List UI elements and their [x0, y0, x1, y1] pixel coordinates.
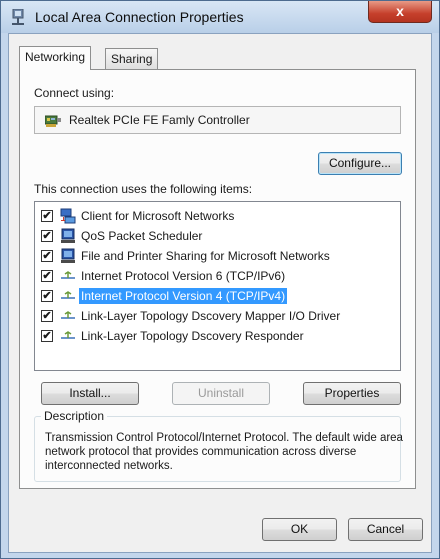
list-item-label: Internet Protocol Version 4 (TCP/IPv4): [79, 288, 288, 304]
list-item-label: Internet Protocol Version 6 (TCP/IPv6): [81, 269, 286, 283]
description-group: Description Transmission Control Protoco…: [34, 409, 403, 482]
adapter-name: Realtek PCIe FE Famly Controller: [69, 113, 250, 127]
connect-using-label: Connect using:: [34, 86, 115, 100]
list-item-qos[interactable]: ✔ QoS Packet Scheduler: [35, 226, 412, 246]
properties-button[interactable]: Properties: [303, 382, 401, 405]
checkbox-file-printer-sharing[interactable]: ✔: [41, 250, 53, 262]
uninstall-button[interactable]: Uninstall: [172, 382, 270, 405]
networking-tab-panel: Connect using: Realtek PCIe FE Famly Con…: [19, 69, 416, 489]
items-list: ✔ Client for Microsoft Networks ✔ QoS Pa…: [34, 201, 401, 371]
checkbox-ipv6[interactable]: ✔: [41, 270, 53, 282]
list-item-ipv6[interactable]: ✔ Internet Protocol Version 6 (TCP/IPv6): [35, 266, 412, 286]
checkbox-client[interactable]: ✔: [41, 210, 53, 222]
list-item-file-printer-sharing[interactable]: ✔ File and Printer Sharing for Microsoft…: [35, 246, 412, 266]
network-card-icon: [45, 115, 61, 127]
checkbox-ipv4[interactable]: ✔: [41, 290, 53, 302]
protocol-icon: [61, 271, 75, 279]
properties-dialog: Local Area Connection Properties x Netwo…: [0, 0, 440, 559]
cancel-button[interactable]: Cancel: [348, 518, 423, 541]
items-label: This connection uses the following items…: [34, 182, 253, 196]
list-item-label: File and Printer Sharing for Microsoft N…: [81, 249, 330, 263]
list-item-label: Link-Layer Topology Dscovery Mapper I/O …: [81, 309, 341, 323]
list-item-lltd-responder[interactable]: ✔ Link-Layer Topology Dscovery Responder: [35, 326, 412, 346]
description-text: Transmission Control Protocol/Internet P…: [45, 432, 403, 472]
adapter-box: Realtek PCIe FE Famly Controller: [34, 106, 401, 134]
tab-networking[interactable]: Networking: [19, 46, 92, 70]
close-icon: x: [396, 3, 404, 19]
dialog-client-area: Networking Sharing Connect using: Realte…: [8, 33, 432, 553]
protocol-icon: [61, 331, 75, 339]
close-button[interactable]: x: [368, 1, 432, 23]
window-title: Local Area Connection Properties: [35, 9, 244, 25]
scheduler-icon: [61, 228, 75, 243]
checkbox-lltd-mapper[interactable]: ✔: [41, 310, 53, 322]
ok-button[interactable]: OK: [262, 518, 337, 541]
configure-button[interactable]: Configure...: [318, 152, 402, 175]
list-item-label: Link-Layer Topology Dscovery Responder: [81, 329, 304, 343]
list-item-client[interactable]: ✔ Client for Microsoft Networks: [35, 206, 412, 226]
title-bar[interactable]: Local Area Connection Properties x: [1, 1, 439, 33]
list-item-label: Client for Microsoft Networks: [81, 209, 235, 223]
tab-sharing[interactable]: Sharing: [105, 48, 159, 70]
checkbox-lltd-responder[interactable]: ✔: [41, 330, 53, 342]
list-item-lltd-mapper[interactable]: ✔ Link-Layer Topology Dscovery Mapper I/…: [35, 306, 412, 326]
description-legend: Description: [41, 409, 108, 423]
file-printer-sharing-icon: [61, 248, 75, 263]
list-item-label: QoS Packet Scheduler: [81, 229, 203, 243]
checkbox-qos[interactable]: ✔: [41, 230, 53, 242]
list-item-ipv4[interactable]: ✔ Internet Protocol Version 4 (TCP/IPv4): [35, 286, 412, 306]
protocol-icon: [61, 311, 75, 319]
network-client-icon: [60, 208, 76, 224]
network-adapter-icon: [12, 9, 24, 25]
install-button[interactable]: Install...: [41, 382, 139, 405]
protocol-icon: [61, 291, 75, 299]
